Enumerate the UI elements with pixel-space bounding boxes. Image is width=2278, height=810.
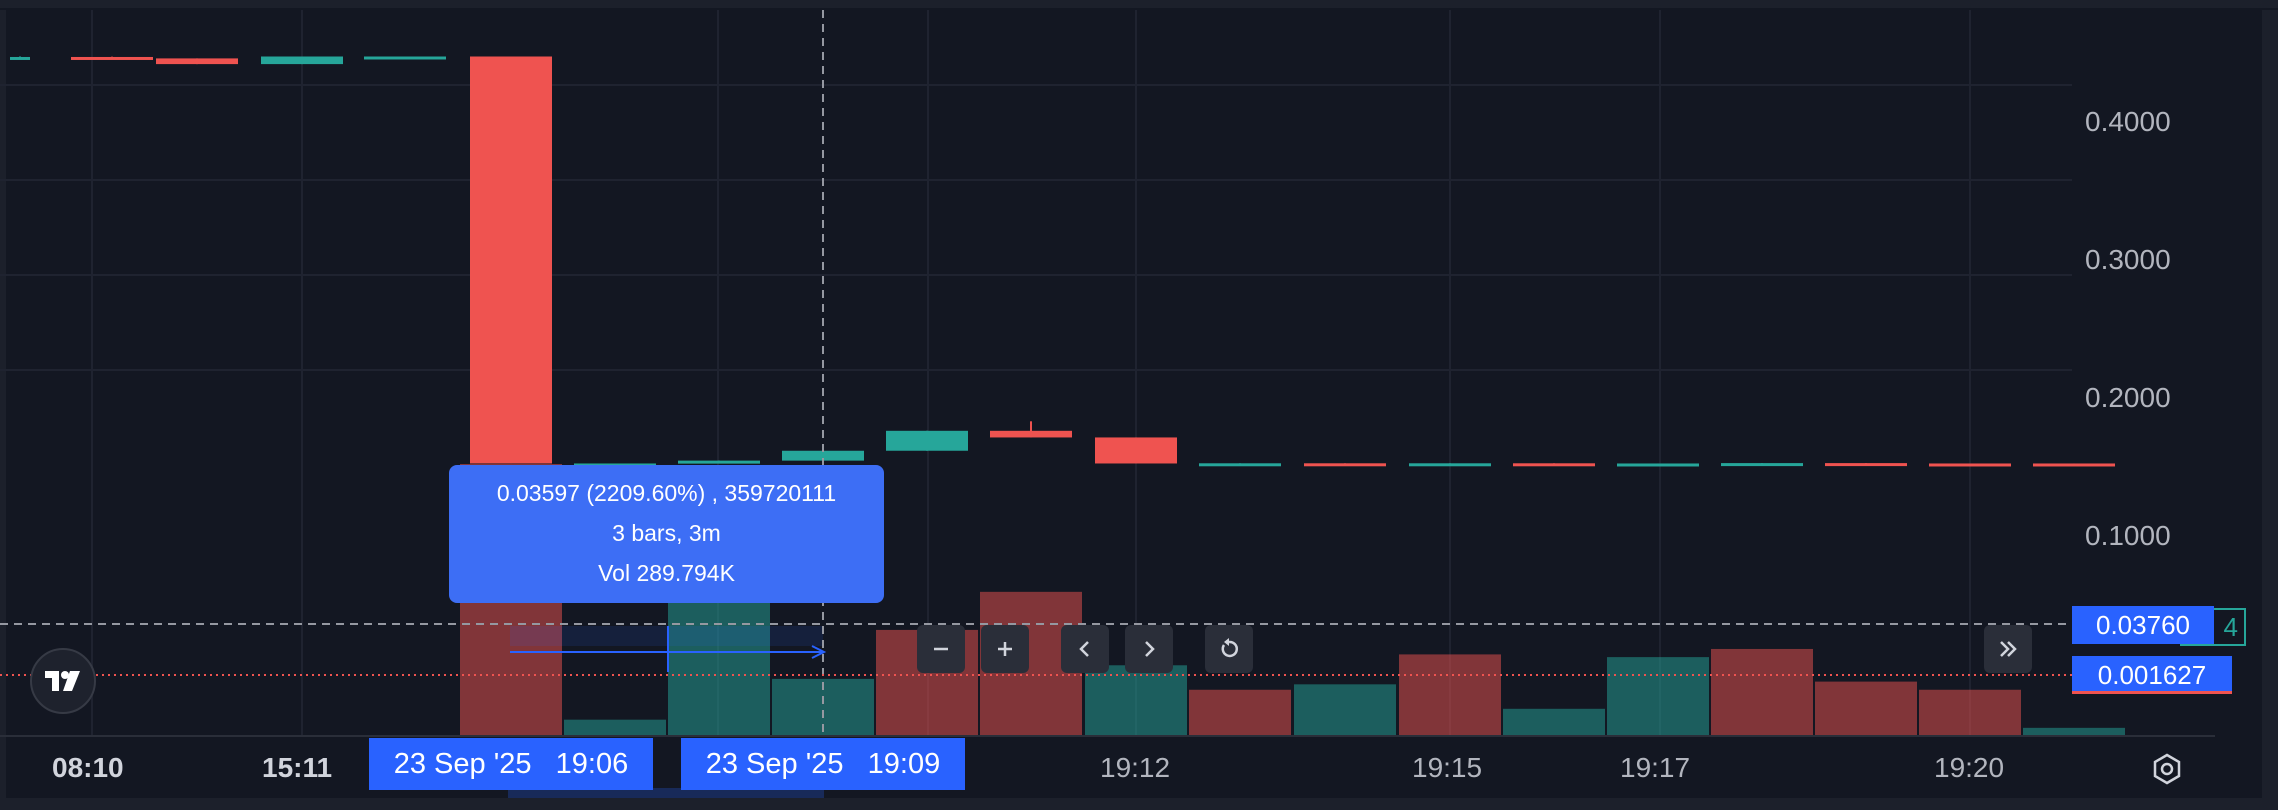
reset-chart-button[interactable] [1205, 625, 1253, 673]
volume-bar [1919, 689, 2021, 736]
candle-body [1929, 463, 2011, 467]
candle-body [1095, 437, 1177, 464]
reset-icon [1221, 638, 1238, 658]
measure-bars-text: 3 bars, 3m [612, 520, 721, 546]
measure-range-box [510, 626, 823, 646]
minus-icon [934, 647, 948, 651]
double-chevron-right-icon [2000, 641, 2017, 657]
volume-bar [1607, 657, 1709, 736]
time-axis-settings-button[interactable] [2150, 752, 2184, 786]
candle-body [71, 56, 153, 60]
time-axis-label: 08:10 [52, 752, 124, 783]
scroll-right-button[interactable] [1125, 625, 1173, 673]
last-price-label: 0.001627 [2072, 656, 2232, 694]
candle-body [990, 430, 1072, 438]
candle-body [1825, 463, 1907, 467]
price-axis-label: 0.4000 [2085, 106, 2171, 137]
measure-volume-text: Vol 289.794K [598, 560, 735, 586]
candle-body [261, 56, 343, 65]
crosshair-price-label: 0.03760 [2072, 606, 2214, 644]
candle-body [1199, 463, 1281, 467]
candle-body [364, 56, 446, 60]
volume-bar [1399, 654, 1501, 736]
volume-bar [1189, 689, 1291, 736]
plus-icon [998, 642, 1012, 656]
volume-bar [564, 719, 666, 736]
volume-bar [1294, 684, 1396, 736]
tradingview-logo-button[interactable] [30, 648, 96, 714]
zoom-in-button[interactable] [981, 625, 1029, 673]
candle-body [886, 430, 968, 451]
chevron-left-icon [1079, 641, 1089, 657]
zoom-out-button[interactable] [917, 625, 965, 673]
chart-canvas[interactable] [0, 0, 2278, 810]
chevron-right-icon [1145, 641, 1155, 657]
candle-body [1617, 463, 1699, 467]
settings-icon [2153, 753, 2181, 785]
volume-bar [1815, 681, 1917, 736]
volume-bar [2023, 727, 2125, 736]
time-axis-label: 19:15 [1412, 752, 1483, 783]
candle-body [1304, 463, 1386, 467]
scroll-left-button[interactable] [1061, 625, 1109, 673]
candle-body [2033, 463, 2115, 467]
price-axis-label: 0.1000 [2085, 520, 2171, 551]
range-start-time-label: 23 Sep '25 19:06 [369, 738, 653, 790]
candle-body [156, 58, 238, 65]
crosshair-time-label: 23 Sep '25 19:09 [681, 738, 965, 790]
measure-tooltip: 0.03597 (2209.60%) , 359720111 3 bars, 3… [449, 465, 884, 603]
chart-widget[interactable]: 0.4000 0.3000 0.2000 0.1000 4 0.03760 0.… [0, 0, 2278, 810]
volume-bar [1711, 648, 1813, 736]
candle-body [678, 460, 760, 464]
time-axis-label: 15:11 [262, 752, 333, 783]
tradingview-logo-icon [45, 671, 80, 691]
time-axis-label: 19:17 [1620, 752, 1691, 783]
time-axis-label: 19:20 [1934, 752, 2005, 783]
candle-body [1513, 463, 1595, 467]
price-axis-label: 0.3000 [2085, 244, 2171, 275]
price-axis-label: 0.2000 [2085, 382, 2171, 413]
candle-body [470, 56, 552, 464]
candle-body [1409, 463, 1491, 467]
measure-change-text: 0.03597 (2209.60%) , 359720111 [496, 480, 837, 506]
go-to-realtime-button[interactable] [1984, 625, 2032, 673]
time-axis-label: 19:12 [1100, 752, 1171, 783]
volume-bar [1503, 708, 1605, 736]
candle-body [10, 56, 30, 60]
candle-body [1721, 463, 1803, 467]
